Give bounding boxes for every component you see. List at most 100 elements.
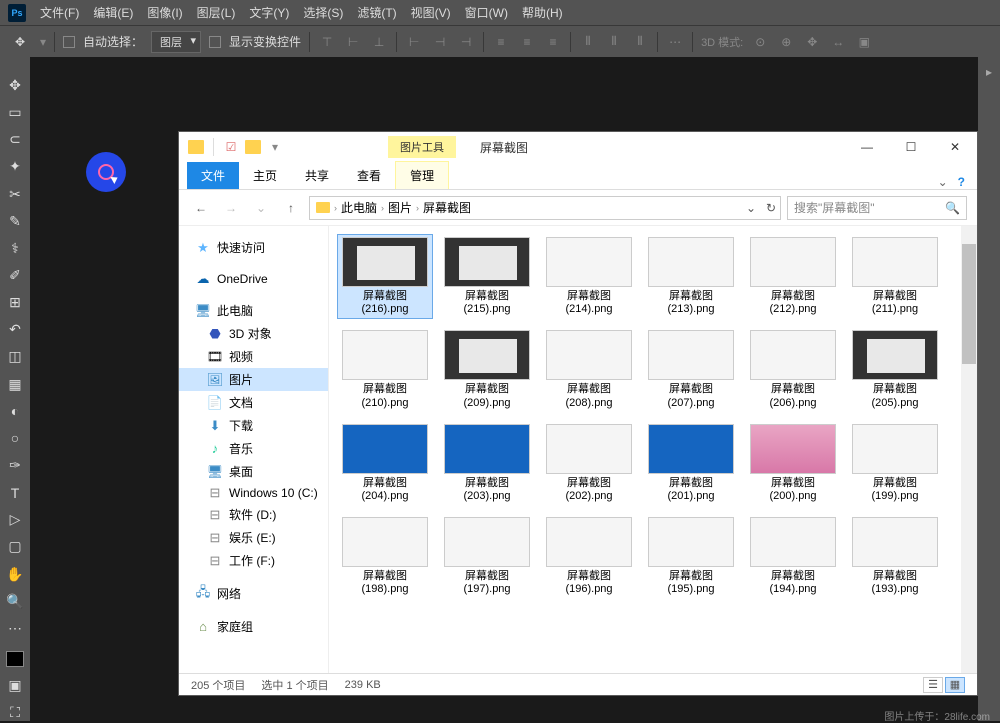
pen-tool[interactable]: ✑ (3, 457, 27, 474)
file-item[interactable]: 屏幕截图 (205).png (847, 327, 943, 412)
ribbon-share[interactable]: 共享 (291, 162, 343, 189)
blur-tool[interactable]: ◐ (3, 403, 27, 420)
heal-tool[interactable]: ⚕ (3, 240, 27, 257)
panel-collapse-icon[interactable]: ▸ (981, 65, 997, 81)
menu-edit[interactable]: 编辑(E) (93, 4, 133, 21)
file-item[interactable]: 屏幕截图 (202).png (541, 421, 637, 506)
ribbon-home[interactable]: 主页 (239, 162, 291, 189)
file-item[interactable]: 屏幕截图 (216).png (337, 234, 433, 319)
nav-back-button[interactable]: ← (189, 196, 213, 220)
dodge-tool[interactable]: ○ (3, 430, 27, 447)
breadcrumb-root[interactable]: 此电脑 (341, 199, 377, 216)
distribute-3-icon[interactable]: ≡ (544, 33, 562, 51)
explorer-content[interactable]: 屏幕截图 (216).png屏幕截图 (215).png屏幕截图 (214).p… (329, 226, 977, 673)
file-item[interactable]: 屏幕截图 (195).png (643, 514, 739, 599)
quick-mask[interactable]: ▣ (3, 677, 27, 694)
transform-checkbox[interactable] (209, 36, 221, 48)
file-item[interactable]: 屏幕截图 (208).png (541, 327, 637, 412)
3d-camera-icon[interactable]: ▣ (855, 33, 873, 51)
nav-downloads[interactable]: ⬇下载 (179, 414, 328, 437)
brush-tool[interactable]: ✐ (3, 267, 27, 284)
maximize-button[interactable]: ☐ (889, 132, 933, 162)
foreground-color[interactable] (6, 651, 24, 667)
screen-mode[interactable]: ⛶ (3, 704, 27, 721)
file-item[interactable]: 屏幕截图 (194).png (745, 514, 841, 599)
nav-history-dropdown[interactable]: ⌄ (249, 196, 273, 220)
menu-window[interactable]: 窗口(W) (465, 4, 508, 21)
nav-3d-objects[interactable]: ⬣3D 对象 (179, 322, 328, 345)
nav-network[interactable]: 🖧网络 (179, 582, 328, 605)
nav-forward-button[interactable]: → (219, 196, 243, 220)
align-right-icon[interactable]: ⊣ (457, 33, 475, 51)
nav-videos[interactable]: 🎞视频 (179, 345, 328, 368)
3d-orbit-icon[interactable]: ⊙ (751, 33, 769, 51)
nav-onedrive[interactable]: ☁OneDrive (179, 269, 328, 289)
close-button[interactable]: ✕ (933, 132, 977, 162)
wand-tool[interactable]: ✦ (3, 158, 27, 175)
nav-documents[interactable]: 📄文档 (179, 391, 328, 414)
address-input[interactable]: › 此电脑 › 图片 › 屏幕截图 ⌄ ↻ (309, 196, 781, 220)
file-item[interactable]: 屏幕截图 (201).png (643, 421, 739, 506)
distribute-2-icon[interactable]: ≡ (518, 33, 536, 51)
align-left-icon[interactable]: ⊢ (405, 33, 423, 51)
breadcrumb-leaf[interactable]: 屏幕截图 (423, 199, 471, 216)
file-item[interactable]: 屏幕截图 (212).png (745, 234, 841, 319)
more-icon[interactable]: ⋯ (666, 33, 684, 51)
distribute-1-icon[interactable]: ≡ (492, 33, 510, 51)
path-tool[interactable]: ▷ (3, 511, 27, 528)
minimize-button[interactable]: — (845, 132, 889, 162)
nav-up-button[interactable]: ↑ (279, 196, 303, 220)
stamp-tool[interactable]: ⊞ (3, 294, 27, 311)
align-bottom-icon[interactable]: ⊥ (370, 33, 388, 51)
breadcrumb-pictures[interactable]: 图片 (388, 199, 412, 216)
ribbon-manage[interactable]: 管理 (395, 161, 449, 189)
distribute-5-icon[interactable]: ⫴ (605, 33, 623, 51)
crop-tool[interactable]: ✂ (3, 186, 27, 203)
file-item[interactable]: 屏幕截图 (197).png (439, 514, 535, 599)
3d-pan-icon[interactable]: ✥ (803, 33, 821, 51)
file-item[interactable]: 屏幕截图 (193).png (847, 514, 943, 599)
file-item[interactable]: 屏幕截图 (206).png (745, 327, 841, 412)
distribute-4-icon[interactable]: ⫴ (579, 33, 597, 51)
menu-layer[interactable]: 图层(L) (197, 4, 236, 21)
3d-slide-icon[interactable]: ↔ (829, 33, 847, 51)
align-top-icon[interactable]: ⊤ (318, 33, 336, 51)
file-item[interactable]: 屏幕截图 (199).png (847, 421, 943, 506)
marquee-tool[interactable]: ▭ (3, 104, 27, 121)
view-thumbnails-button[interactable]: ▦ (945, 677, 965, 693)
menu-select[interactable]: 选择(S) (303, 4, 343, 21)
search-input[interactable]: 搜索"屏幕截图" 🔍 (787, 196, 967, 220)
align-vcenter-icon[interactable]: ⊢ (344, 33, 362, 51)
menu-type[interactable]: 文字(Y) (249, 4, 289, 21)
hand-tool[interactable]: ✋ (3, 566, 27, 583)
auto-select-checkbox[interactable] (63, 36, 75, 48)
file-item[interactable]: 屏幕截图 (214).png (541, 234, 637, 319)
scrollbar[interactable] (961, 226, 977, 673)
ribbon-view[interactable]: 查看 (343, 162, 395, 189)
file-item[interactable]: 屏幕截图 (207).png (643, 327, 739, 412)
nav-this-pc[interactable]: 🖥此电脑 (179, 299, 328, 322)
file-item[interactable]: 屏幕截图 (215).png (439, 234, 535, 319)
nav-drive-f[interactable]: ⊟工作 (F:) (179, 549, 328, 572)
menu-filter[interactable]: 滤镜(T) (357, 4, 396, 21)
qat-dropdown-icon[interactable]: ▾ (266, 138, 284, 156)
file-item[interactable]: 屏幕截图 (196).png (541, 514, 637, 599)
nav-desktop[interactable]: 🖥桌面 (179, 460, 328, 483)
file-item[interactable]: 屏幕截图 (204).png (337, 421, 433, 506)
view-details-button[interactable]: ☰ (923, 677, 943, 693)
refresh-icon[interactable]: ↻ (766, 201, 776, 215)
align-hcenter-icon[interactable]: ⊣ (431, 33, 449, 51)
ribbon-expand-icon[interactable]: ⌄ (938, 175, 948, 189)
shape-tool[interactable]: ▢ (3, 538, 27, 555)
menu-help[interactable]: 帮助(H) (522, 4, 563, 21)
qat-properties-icon[interactable]: ☑ (222, 138, 240, 156)
scrollbar-thumb[interactable] (962, 244, 976, 364)
menu-view[interactable]: 视图(V) (411, 4, 451, 21)
nav-homegroup[interactable]: ⌂家庭组 (179, 615, 328, 638)
file-item[interactable]: 屏幕截图 (200).png (745, 421, 841, 506)
help-icon[interactable]: ? (958, 175, 965, 189)
menu-file[interactable]: 文件(F) (40, 4, 79, 21)
3d-roll-icon[interactable]: ⊕ (777, 33, 795, 51)
file-item[interactable]: 屏幕截图 (210).png (337, 327, 433, 412)
file-item[interactable]: 屏幕截图 (198).png (337, 514, 433, 599)
